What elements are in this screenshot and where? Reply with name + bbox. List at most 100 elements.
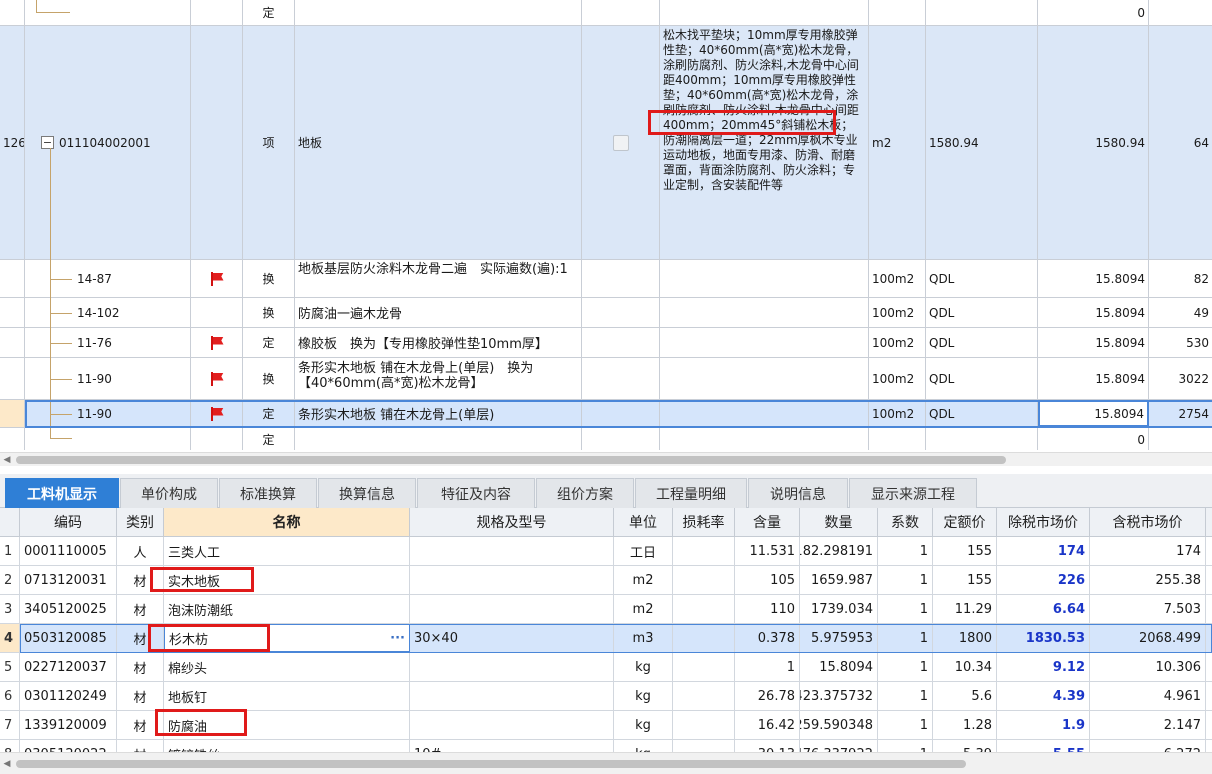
header-quantity[interactable]: 数量 [800, 508, 878, 536]
resource-unit[interactable]: m2 [614, 566, 673, 594]
tab-pricing-scheme[interactable]: 组价方案 [536, 478, 634, 508]
resource-content[interactable]: 30.13 [735, 740, 800, 752]
resource-category[interactable]: 材 [117, 740, 164, 752]
resource-content[interactable]: 11.531 [735, 537, 800, 565]
resource-loss-rate[interactable] [673, 682, 735, 710]
header-in-tax-market-price[interactable]: 含税市场价 [1090, 508, 1206, 536]
header-name[interactable]: 名称 [164, 508, 410, 536]
item-desc[interactable] [660, 0, 869, 25]
item-type[interactable]: 定 [243, 400, 295, 427]
scrollbar-thumb[interactable] [16, 760, 966, 768]
resource-spec[interactable] [410, 711, 614, 739]
item-desc[interactable] [660, 428, 869, 450]
item-qty[interactable]: 0 [1038, 428, 1149, 450]
resource-quantity[interactable]: 182.298191 [800, 537, 878, 565]
resource-name[interactable]: 地板钉 [164, 682, 410, 710]
header-loss-rate[interactable]: 损耗率 [673, 508, 735, 536]
item-expr[interactable]: QDL [926, 400, 1038, 427]
resource-ex-tax-price[interactable]: 4.39 [997, 682, 1090, 710]
item-name[interactable]: 条形实木地板 铺在木龙骨上(单层) 换为【40*60mm(高*宽)松木龙骨】 [295, 358, 582, 399]
resource-coefficient[interactable]: 1 [878, 740, 933, 752]
resource-quota-price[interactable]: 11.29 [933, 595, 997, 623]
resource-unit[interactable]: 工日 [614, 537, 673, 565]
resource-quantity[interactable]: 1659.987 [800, 566, 878, 594]
item-feature-desc[interactable]: 松木找平垫块；10mm厚专用橡胶弹性垫；40*60mm(高*宽)松木龙骨，涂刷防… [660, 26, 869, 259]
item-qty-editing[interactable]: 15.8094 [1038, 400, 1149, 427]
item-qty[interactable]: 15.8094 [1038, 358, 1149, 399]
resource-ex-tax-price[interactable]: 6.64 [997, 595, 1090, 623]
header-spec[interactable]: 规格及型号 [410, 508, 614, 536]
table-row[interactable]: 6 0301120249 材 地板钉 kg 26.78 423.375732 1… [0, 682, 1212, 711]
collapse-icon[interactable]: − [41, 136, 54, 149]
resource-content[interactable]: 26.78 [735, 682, 800, 710]
resource-coefficient[interactable]: 1 [878, 537, 933, 565]
item-name[interactable]: 条形实木地板 铺在木龙骨上(单层) [295, 400, 582, 427]
resource-content[interactable]: 110 [735, 595, 800, 623]
table-row-main-item[interactable]: 126 − 011104002001 项 地板 松木找平垫块；10mm厚专用橡胶… [0, 26, 1212, 260]
table-row[interactable]: 5 0227120037 材 棉纱头 kg 1 15.8094 1 10.34 … [0, 653, 1212, 682]
resource-coefficient[interactable]: 1 [878, 566, 933, 594]
item-expr[interactable] [926, 428, 1038, 450]
item-desc[interactable] [660, 298, 869, 327]
resource-quota-price[interactable]: 155 [933, 537, 997, 565]
resource-ex-tax-price[interactable]: 1830.53 [997, 624, 1090, 652]
resource-coefficient[interactable]: 1 [878, 595, 933, 623]
resource-spec[interactable]: 30×40 [410, 624, 614, 652]
item-type[interactable]: 定 [243, 428, 295, 450]
resource-quantity[interactable]: 15.8094 [800, 653, 878, 681]
resource-quota-price[interactable]: 1800 [933, 624, 997, 652]
item-desc[interactable] [660, 400, 869, 427]
resource-quantity[interactable]: 259.590348 [800, 711, 878, 739]
resource-content[interactable]: 105 [735, 566, 800, 594]
header-ex-tax-market-price[interactable]: 除税市场价 [997, 508, 1090, 536]
resource-code[interactable]: 0503120085 [20, 624, 117, 652]
item-type[interactable]: 定 [243, 328, 295, 357]
item-name[interactable] [295, 428, 582, 450]
table-row[interactable]: 1 0001110005 人 三类人工 工日 11.531 182.298191… [0, 537, 1212, 566]
scroll-left-icon[interactable]: ◀ [0, 757, 14, 770]
table-row[interactable]: 14-102 换 防腐油一遍木龙骨 100m2 QDL 15.8094 49 [0, 298, 1212, 328]
item-unit[interactable]: 100m2 [869, 260, 926, 297]
resource-spec[interactable] [410, 537, 614, 565]
resource-name-editing[interactable]: 杉木枋 ··· [164, 624, 410, 652]
item-type[interactable]: 项 [243, 26, 295, 259]
item-expr[interactable]: QDL [926, 358, 1038, 399]
resource-quantity[interactable]: 1739.034 [800, 595, 878, 623]
resource-name[interactable]: 实木地板 [164, 566, 410, 594]
resource-loss-rate[interactable] [673, 537, 735, 565]
tab-features-content[interactable]: 特征及内容 [417, 478, 535, 508]
resource-in-tax-price[interactable]: 255.38 [1090, 566, 1206, 594]
item-qty[interactable]: 0 [1038, 0, 1149, 25]
item-expr[interactable]: 1580.94 [926, 26, 1038, 259]
item-qty[interactable]: 15.8094 [1038, 260, 1149, 297]
resource-content[interactable]: 1 [735, 653, 800, 681]
header-unit[interactable]: 单位 [614, 508, 673, 536]
main-item-checkbox[interactable] [612, 134, 629, 151]
header-content[interactable]: 含量 [735, 508, 800, 536]
resource-code[interactable]: 0001110005 [20, 537, 117, 565]
item-desc[interactable] [660, 328, 869, 357]
resource-in-tax-price[interactable]: 10.306 [1090, 653, 1206, 681]
resource-coefficient[interactable]: 1 [878, 711, 933, 739]
resource-quantity[interactable]: 423.375732 [800, 682, 878, 710]
resource-ex-tax-price[interactable]: 226 [997, 566, 1090, 594]
item-type[interactable]: 换 [243, 358, 295, 399]
resource-content[interactable]: 16.42 [735, 711, 800, 739]
tab-source-project[interactable]: 显示来源工程 [849, 478, 977, 508]
header-coefficient[interactable]: 系数 [878, 508, 933, 536]
item-unit[interactable] [869, 0, 926, 25]
resource-quota-price[interactable]: 10.34 [933, 653, 997, 681]
resource-loss-rate[interactable] [673, 711, 735, 739]
resource-code[interactable]: 1339120009 [20, 711, 117, 739]
resource-unit[interactable]: m3 [614, 624, 673, 652]
tab-unit-price-composition[interactable]: 单价构成 [120, 478, 218, 508]
more-options-icon[interactable]: ··· [390, 631, 405, 646]
bottom-horizontal-scrollbar[interactable]: ◀ [0, 752, 1212, 774]
item-name[interactable]: 橡胶板 换为【专用橡胶弹性垫10mm厚】 [295, 328, 582, 357]
item-name[interactable]: 地板 [295, 26, 582, 259]
item-name[interactable] [295, 0, 582, 25]
resource-quantity[interactable]: 5.975953 [800, 624, 878, 652]
item-expr[interactable]: QDL [926, 298, 1038, 327]
resource-ex-tax-price[interactable]: 174 [997, 537, 1090, 565]
item-unit[interactable]: m2 [869, 26, 926, 259]
